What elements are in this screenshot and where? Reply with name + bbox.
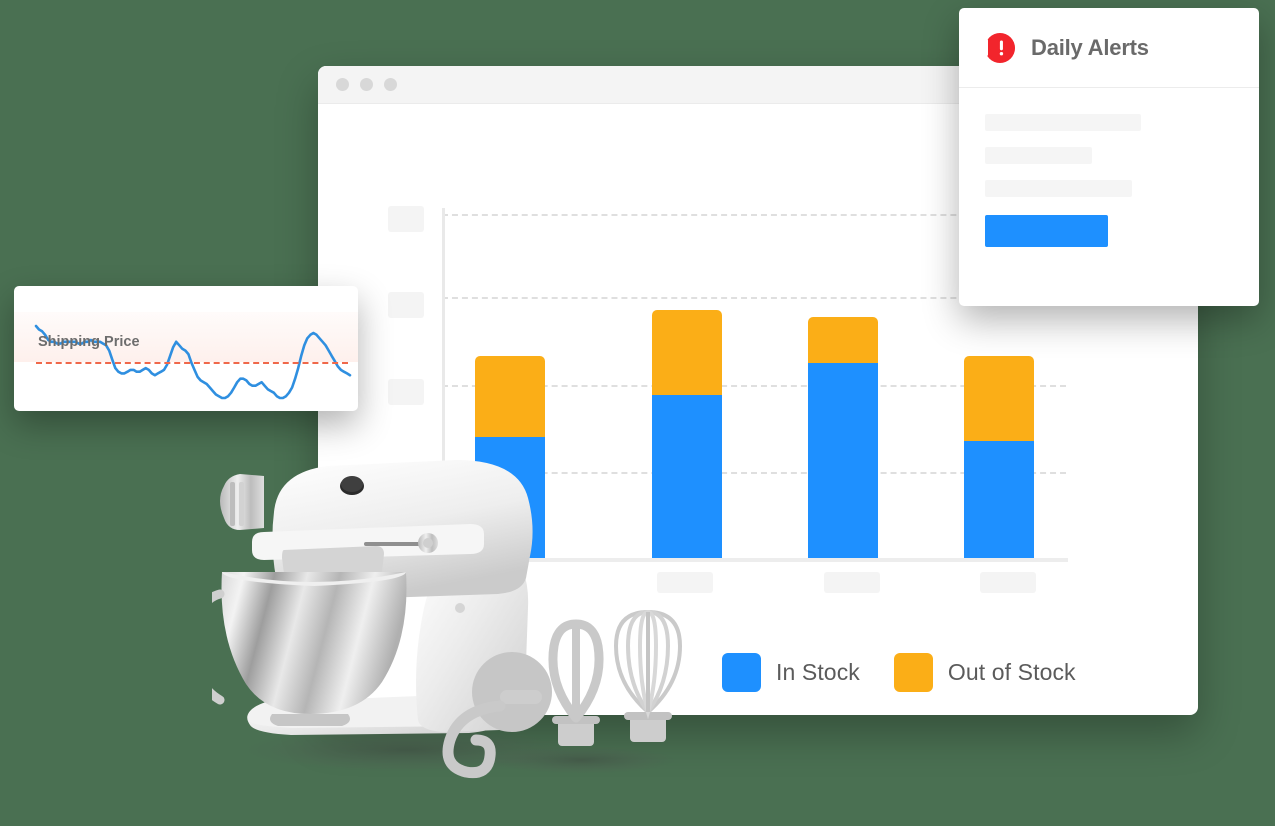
daily-alerts-body bbox=[959, 88, 1259, 247]
daily-alerts-title: Daily Alerts bbox=[1031, 34, 1149, 60]
x-axis-category-label-placeholder bbox=[824, 572, 880, 593]
alert-text-placeholder bbox=[985, 180, 1132, 197]
flat-beater-accessory bbox=[548, 619, 604, 746]
maximize-dot-icon[interactable] bbox=[384, 78, 397, 91]
legend-swatch-in-stock bbox=[722, 653, 761, 692]
accessory-shadow bbox=[487, 746, 677, 774]
close-dot-icon[interactable] bbox=[336, 78, 349, 91]
legend-swatch-out-of-stock bbox=[893, 653, 933, 692]
daily-alerts-card: Daily Alerts bbox=[959, 8, 1259, 306]
mixer-bowl bbox=[221, 572, 407, 714]
legend-item-in-stock[interactable]: In Stock bbox=[722, 653, 860, 692]
bar-segment-in-stock[interactable] bbox=[808, 362, 878, 558]
y-axis-tick-label-placeholder bbox=[388, 379, 424, 405]
shipping-threshold-line bbox=[36, 362, 348, 364]
shipping-price-card: Shipping Price bbox=[14, 286, 358, 411]
bar-segment-in-stock[interactable] bbox=[964, 440, 1034, 558]
stand-mixer-product-image bbox=[212, 460, 683, 779]
wire-whisk-accessory bbox=[613, 609, 683, 742]
legend-item-out-of-stock[interactable]: Out of Stock bbox=[893, 653, 1076, 692]
alert-exclamation-icon bbox=[985, 32, 1015, 63]
shipping-price-title: Shipping Price bbox=[38, 334, 140, 350]
alert-text-placeholder bbox=[985, 114, 1141, 131]
bar-column[interactable] bbox=[808, 104, 878, 624]
bar-segment-out-of-stock[interactable] bbox=[652, 309, 722, 395]
hub-ridge bbox=[239, 482, 244, 526]
speed-slot bbox=[364, 542, 422, 546]
bar-segment-out-of-stock[interactable] bbox=[964, 355, 1034, 441]
bar-segment-out-of-stock[interactable] bbox=[808, 316, 878, 363]
mixer-bowl-foot bbox=[270, 714, 350, 726]
chart-legend: In Stock Out of Stock bbox=[722, 653, 1076, 692]
daily-alerts-header: Daily Alerts bbox=[959, 8, 1259, 88]
legend-label-in-stock: In Stock bbox=[776, 659, 860, 685]
y-axis-tick-label-placeholder bbox=[388, 292, 424, 318]
y-axis-tick-label-placeholder bbox=[388, 206, 424, 232]
column-screw bbox=[455, 603, 465, 613]
mixer-bowl-handle bbox=[212, 589, 225, 705]
alerts-cta-button[interactable] bbox=[985, 215, 1108, 247]
legend-label-out-of-stock: Out of Stock bbox=[947, 659, 1076, 685]
minimize-dot-icon[interactable] bbox=[360, 78, 373, 91]
mixer-head-vent-inner bbox=[341, 476, 363, 492]
hub-ridge bbox=[230, 482, 235, 526]
x-axis-category-label-placeholder bbox=[980, 572, 1036, 593]
alert-text-placeholder bbox=[985, 147, 1092, 164]
page-stage: In Stock Out of Stock Daily Alerts Shipp… bbox=[0, 0, 1275, 826]
speed-lever-center bbox=[423, 538, 433, 548]
